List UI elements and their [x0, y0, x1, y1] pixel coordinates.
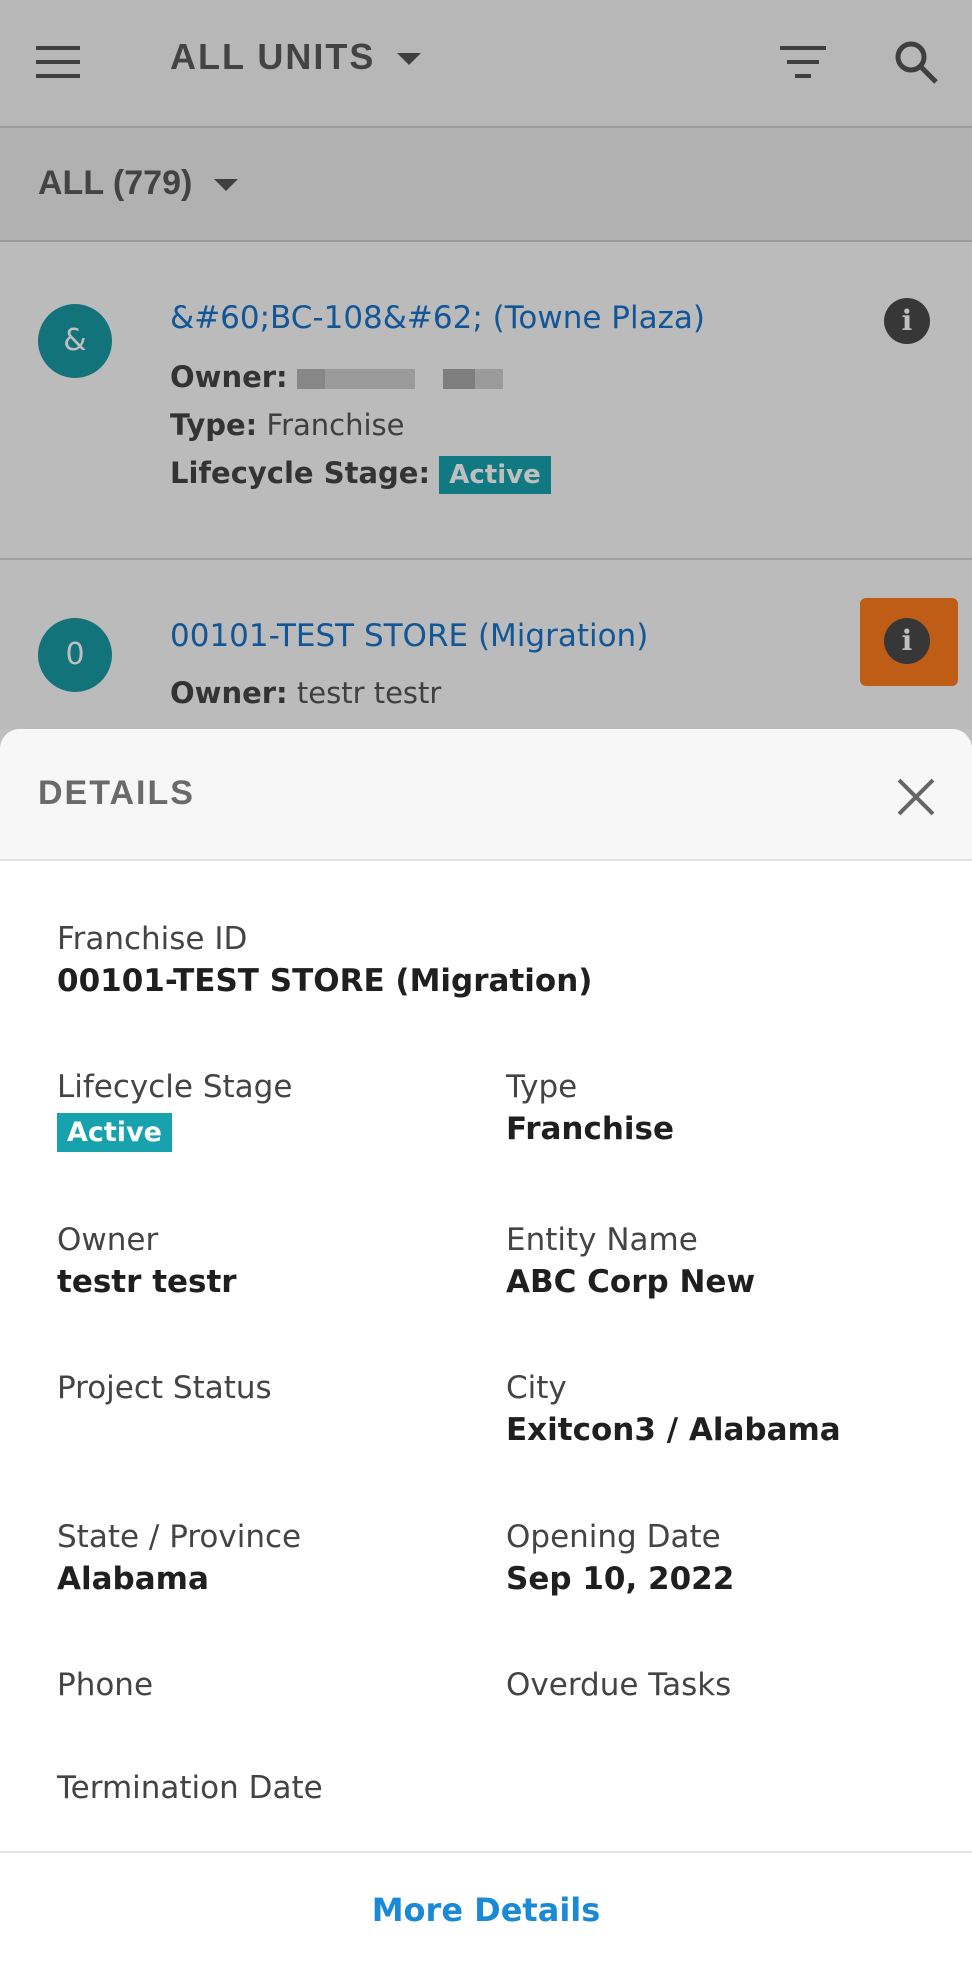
field-label: City — [506, 1370, 567, 1406]
field-label: Franchise ID — [57, 921, 248, 957]
field-value: Alabama — [57, 1561, 209, 1597]
overdue-tasks-field: Overdue Tasks — [506, 1667, 731, 1703]
details-header: DETAILS — [0, 729, 972, 861]
field-value: ABC Corp New — [506, 1264, 756, 1300]
field-label: Lifecycle Stage — [57, 1069, 293, 1105]
field-label: Termination Date — [57, 1770, 323, 1806]
field-label: Project Status — [57, 1370, 272, 1406]
field-value: Exitcon3 / Alabama — [506, 1412, 841, 1448]
opening-date-field: Opening Date Sep 10, 2022 — [506, 1519, 734, 1597]
city-field: City Exitcon3 / Alabama — [506, 1370, 841, 1448]
project-status-field: Project Status — [57, 1370, 272, 1406]
field-label: Owner — [57, 1222, 159, 1258]
field-value: 00101-TEST STORE (Migration) — [57, 963, 593, 999]
status-badge: Active — [57, 1113, 172, 1152]
franchise-id-field: Franchise ID 00101-TEST STORE (Migration… — [57, 921, 592, 999]
field-label: Phone — [57, 1667, 154, 1703]
state-field: State / Province Alabama — [57, 1519, 301, 1597]
details-sheet: DETAILS Franchise ID 00101-TEST STORE (M… — [0, 729, 972, 1978]
termination-date-field: Termination Date — [57, 1770, 323, 1806]
field-value: testr testr — [57, 1264, 237, 1300]
type-field: Type Franchise — [506, 1069, 674, 1147]
owner-field: Owner testr testr — [57, 1222, 237, 1300]
entity-name-field: Entity Name ABC Corp New — [506, 1222, 755, 1300]
field-label: State / Province — [57, 1519, 302, 1555]
field-value: Sep 10, 2022 — [506, 1561, 735, 1597]
more-details-button[interactable]: More Details — [0, 1891, 972, 1929]
field-value: Franchise — [506, 1111, 675, 1147]
close-icon[interactable] — [896, 777, 936, 817]
lifecycle-field: Lifecycle Stage Active — [57, 1069, 292, 1152]
phone-field: Phone — [57, 1667, 153, 1703]
details-footer: More Details — [0, 1851, 972, 1978]
field-label: Overdue Tasks — [506, 1667, 732, 1703]
field-label: Entity Name — [506, 1222, 698, 1258]
field-label: Type — [506, 1069, 578, 1105]
details-title: DETAILS — [38, 774, 195, 812]
field-label: Opening Date — [506, 1519, 721, 1555]
